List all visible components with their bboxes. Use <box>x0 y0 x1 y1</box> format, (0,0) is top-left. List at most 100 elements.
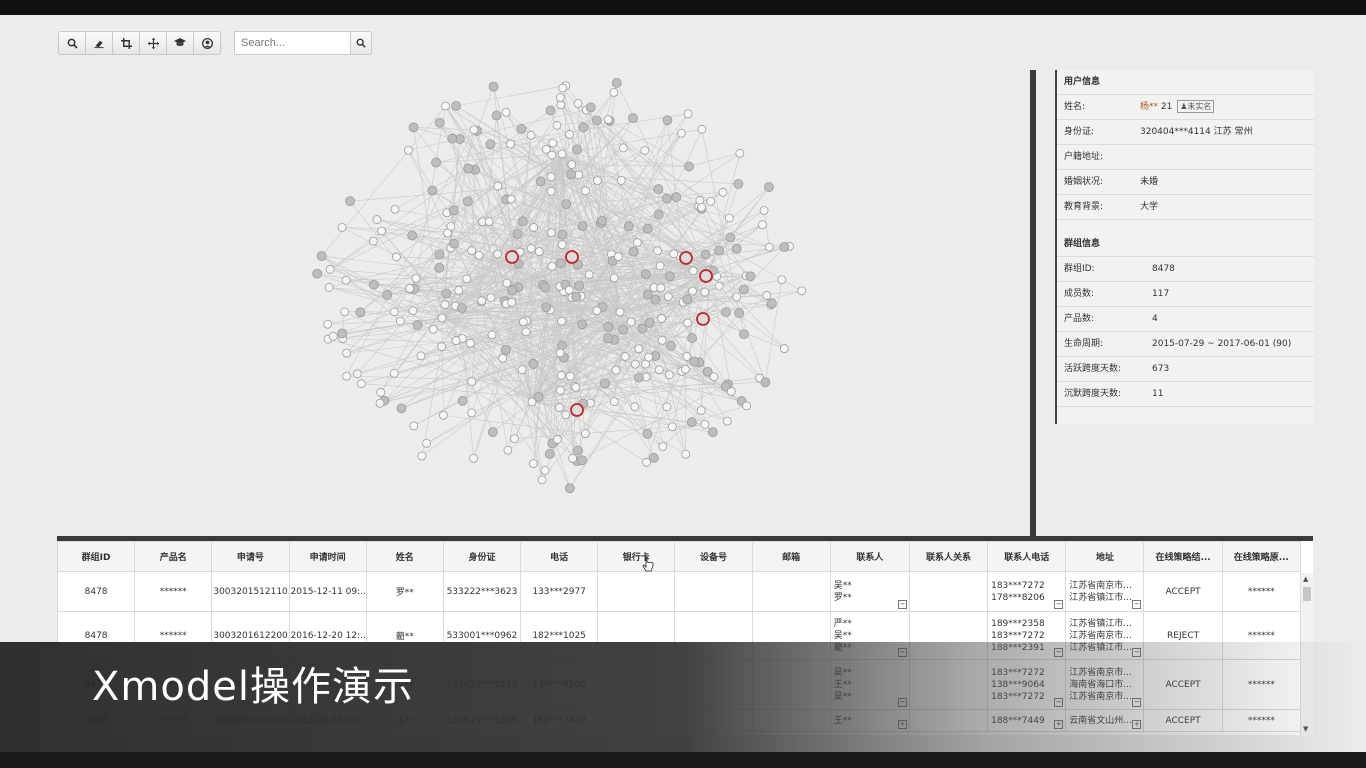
person-node[interactable] <box>412 320 423 330</box>
device-node[interactable] <box>337 222 347 232</box>
device-node[interactable] <box>567 160 577 169</box>
device-node[interactable] <box>392 252 401 262</box>
person-node[interactable] <box>640 269 651 280</box>
person-node[interactable] <box>603 333 613 344</box>
person-node[interactable] <box>600 378 610 389</box>
person-node[interactable] <box>396 403 407 414</box>
device-node[interactable] <box>676 128 686 138</box>
device-node[interactable] <box>546 186 556 196</box>
highlighted-node[interactable] <box>696 312 710 326</box>
device-node[interactable] <box>484 217 494 227</box>
person-node[interactable] <box>738 329 749 340</box>
device-node[interactable] <box>556 370 566 380</box>
device-node[interactable] <box>498 353 508 363</box>
person-node[interactable] <box>408 122 419 133</box>
zoom-search-button[interactable] <box>58 31 86 55</box>
device-node[interactable] <box>437 342 447 352</box>
person-node[interactable] <box>462 196 473 207</box>
device-node[interactable] <box>696 406 706 415</box>
device-node[interactable] <box>683 318 693 328</box>
person-node[interactable] <box>767 298 777 309</box>
device-node[interactable] <box>342 371 352 381</box>
device-node[interactable] <box>356 379 366 389</box>
device-node[interactable] <box>593 176 602 186</box>
collapse-icon[interactable]: − <box>1054 600 1064 609</box>
person-node[interactable] <box>661 193 672 204</box>
device-node[interactable] <box>510 434 519 444</box>
device-node[interactable] <box>493 181 503 191</box>
table-row[interactable]: 8478 ****** 3003201512110... 2015-12-11 09:… <box>57 571 1302 612</box>
device-node[interactable] <box>618 143 628 153</box>
highlighted-node[interactable] <box>565 250 579 264</box>
device-node[interactable] <box>437 313 447 323</box>
device-node[interactable] <box>405 284 415 293</box>
device-node[interactable] <box>404 145 413 155</box>
device-node[interactable] <box>657 314 666 323</box>
device-node[interactable] <box>376 388 386 397</box>
person-node[interactable] <box>760 377 771 388</box>
device-node[interactable] <box>323 319 333 329</box>
column-header[interactable]: 身份证 <box>442 541 522 572</box>
device-node[interactable] <box>526 244 536 253</box>
person-node[interactable] <box>571 291 582 302</box>
person-node[interactable] <box>738 284 749 295</box>
person-node[interactable] <box>764 182 774 192</box>
device-node[interactable] <box>474 250 484 260</box>
device-node[interactable] <box>547 261 557 271</box>
device-node[interactable] <box>411 273 421 283</box>
column-header[interactable]: 产品名 <box>134 541 213 572</box>
column-header[interactable]: 申请时间 <box>288 541 367 572</box>
person-node[interactable] <box>634 372 644 383</box>
device-node[interactable] <box>528 459 538 468</box>
device-node[interactable] <box>416 351 426 361</box>
person-node[interactable] <box>485 139 496 150</box>
person-node[interactable] <box>488 81 499 92</box>
device-node[interactable] <box>390 204 400 214</box>
person-node[interactable] <box>431 157 441 168</box>
device-node[interactable] <box>328 331 338 341</box>
device-node[interactable] <box>555 403 564 412</box>
device-node[interactable] <box>487 330 497 340</box>
person-node[interactable] <box>447 133 458 144</box>
person-node[interactable] <box>516 124 527 134</box>
device-node[interactable] <box>658 442 668 451</box>
person-node[interactable] <box>577 221 588 232</box>
device-node[interactable] <box>764 242 774 252</box>
highlighted-node[interactable] <box>505 250 519 264</box>
device-node[interactable] <box>655 261 665 271</box>
device-node[interactable] <box>758 220 767 230</box>
person-node[interactable] <box>577 455 587 466</box>
person-node[interactable] <box>557 229 568 240</box>
device-node[interactable] <box>714 281 724 291</box>
device-node[interactable] <box>369 236 378 246</box>
highlighted-node[interactable] <box>679 251 693 265</box>
move-button[interactable] <box>139 31 167 55</box>
device-node[interactable] <box>620 352 630 361</box>
scroll-thumb[interactable] <box>1303 587 1311 601</box>
column-header[interactable]: 在线策略原... <box>1221 541 1302 572</box>
device-node[interactable] <box>377 226 386 236</box>
device-node[interactable] <box>663 292 673 302</box>
device-node[interactable] <box>417 451 427 461</box>
device-node[interactable] <box>584 270 594 279</box>
device-node[interactable] <box>616 176 626 185</box>
person-node[interactable] <box>682 294 693 305</box>
device-node[interactable] <box>630 359 640 369</box>
device-node[interactable] <box>526 130 536 140</box>
person-node[interactable] <box>671 192 682 202</box>
person-node[interactable] <box>564 483 575 494</box>
device-node[interactable] <box>642 457 651 467</box>
person-node[interactable] <box>700 249 711 260</box>
device-node[interactable] <box>709 372 719 382</box>
device-node[interactable] <box>568 454 578 463</box>
collapse-icon[interactable]: − <box>1132 600 1142 609</box>
device-node[interactable] <box>654 365 664 375</box>
device-node[interactable] <box>324 283 334 292</box>
device-node[interactable] <box>724 213 734 223</box>
person-node[interactable] <box>597 215 607 226</box>
column-header[interactable]: 电话 <box>520 541 599 572</box>
device-node[interactable] <box>493 249 502 259</box>
person-node[interactable] <box>603 321 614 332</box>
device-node[interactable] <box>644 352 654 362</box>
device-node[interactable] <box>486 293 496 303</box>
